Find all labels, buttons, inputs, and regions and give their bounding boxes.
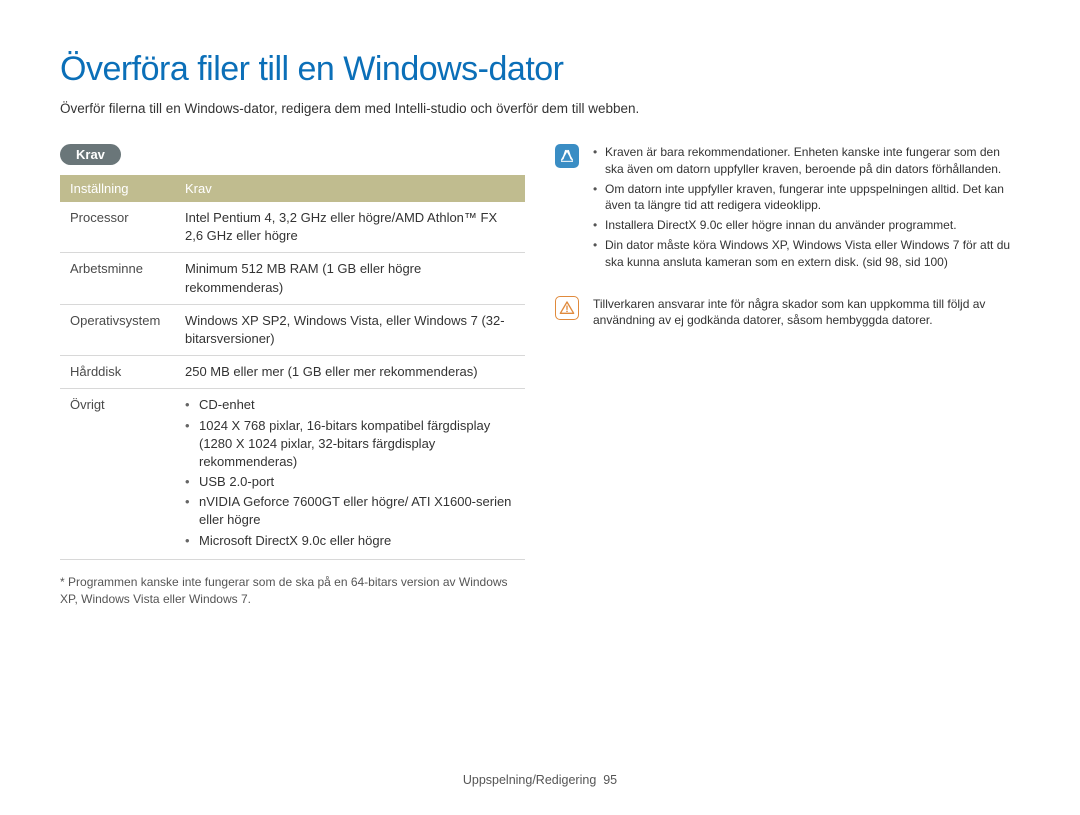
footer-section: Uppspelning/Redigering [463,773,596,787]
note-callout: Kraven är bara rekommendationer. Enheten… [555,144,1020,274]
other-item: nVIDIA Geforce 7600GT eller högre/ ATI X… [185,493,515,529]
row-value: CD-enhet 1024 X 768 pixlar, 16-bitars ko… [175,389,525,560]
row-label: Övrigt [60,389,175,560]
row-value: Minimum 512 MB RAM (1 GB eller högre rek… [175,253,525,304]
note-item: Din dator måste köra Windows XP, Windows… [593,237,1020,271]
row-value: 250 MB eller mer (1 GB eller mer rekomme… [175,356,525,389]
table-row: Operativsystem Windows XP SP2, Windows V… [60,304,525,355]
requirements-table: Inställning Krav Processor Intel Pentium… [60,175,525,560]
warning-icon [555,296,579,320]
note-item: Om datorn inte uppfyller kraven, fungera… [593,181,1020,215]
section-pill: Krav [60,144,121,165]
other-item: Microsoft DirectX 9.0c eller högre [185,532,515,550]
table-row: Arbetsminne Minimum 512 MB RAM (1 GB ell… [60,253,525,304]
note-icon [555,144,579,168]
note-item: Installera DirectX 9.0c eller högre inna… [593,217,1020,234]
th-req: Krav [175,175,525,202]
footnote: Programmen kanske inte fungerar som de s… [60,574,525,608]
table-row-other: Övrigt CD-enhet 1024 X 768 pixlar, 16-bi… [60,389,525,560]
note-item: Kraven är bara rekommendationer. Enheten… [593,144,1020,178]
table-row: Hårddisk 250 MB eller mer (1 GB eller me… [60,356,525,389]
left-column: Krav Inställning Krav Processor Intel Pe… [60,144,525,607]
footer-page-number: 95 [603,773,617,787]
page-title: Överföra filer till en Windows-dator [60,50,1020,89]
row-label: Hårddisk [60,356,175,389]
warning-text: Tillverkaren ansvarar inte för några ska… [593,296,1020,330]
row-label: Arbetsminne [60,253,175,304]
other-item: USB 2.0-port [185,473,515,491]
page-footer: Uppspelning/Redigering 95 [0,773,1080,787]
row-label: Operativsystem [60,304,175,355]
row-value: Windows XP SP2, Windows Vista, eller Win… [175,304,525,355]
th-setting: Inställning [60,175,175,202]
right-column: Kraven är bara rekommendationer. Enheten… [555,144,1020,607]
other-item: 1024 X 768 pixlar, 16-bitars kompatibel … [185,417,515,472]
intro-text: Överför filerna till en Windows-dator, r… [60,101,1020,116]
warning-callout: Tillverkaren ansvarar inte för några ska… [555,296,1020,330]
other-item: CD-enhet [185,396,515,414]
table-row: Processor Intel Pentium 4, 3,2 GHz eller… [60,202,525,253]
row-value: Intel Pentium 4, 3,2 GHz eller högre/AMD… [175,202,525,253]
row-label: Processor [60,202,175,253]
